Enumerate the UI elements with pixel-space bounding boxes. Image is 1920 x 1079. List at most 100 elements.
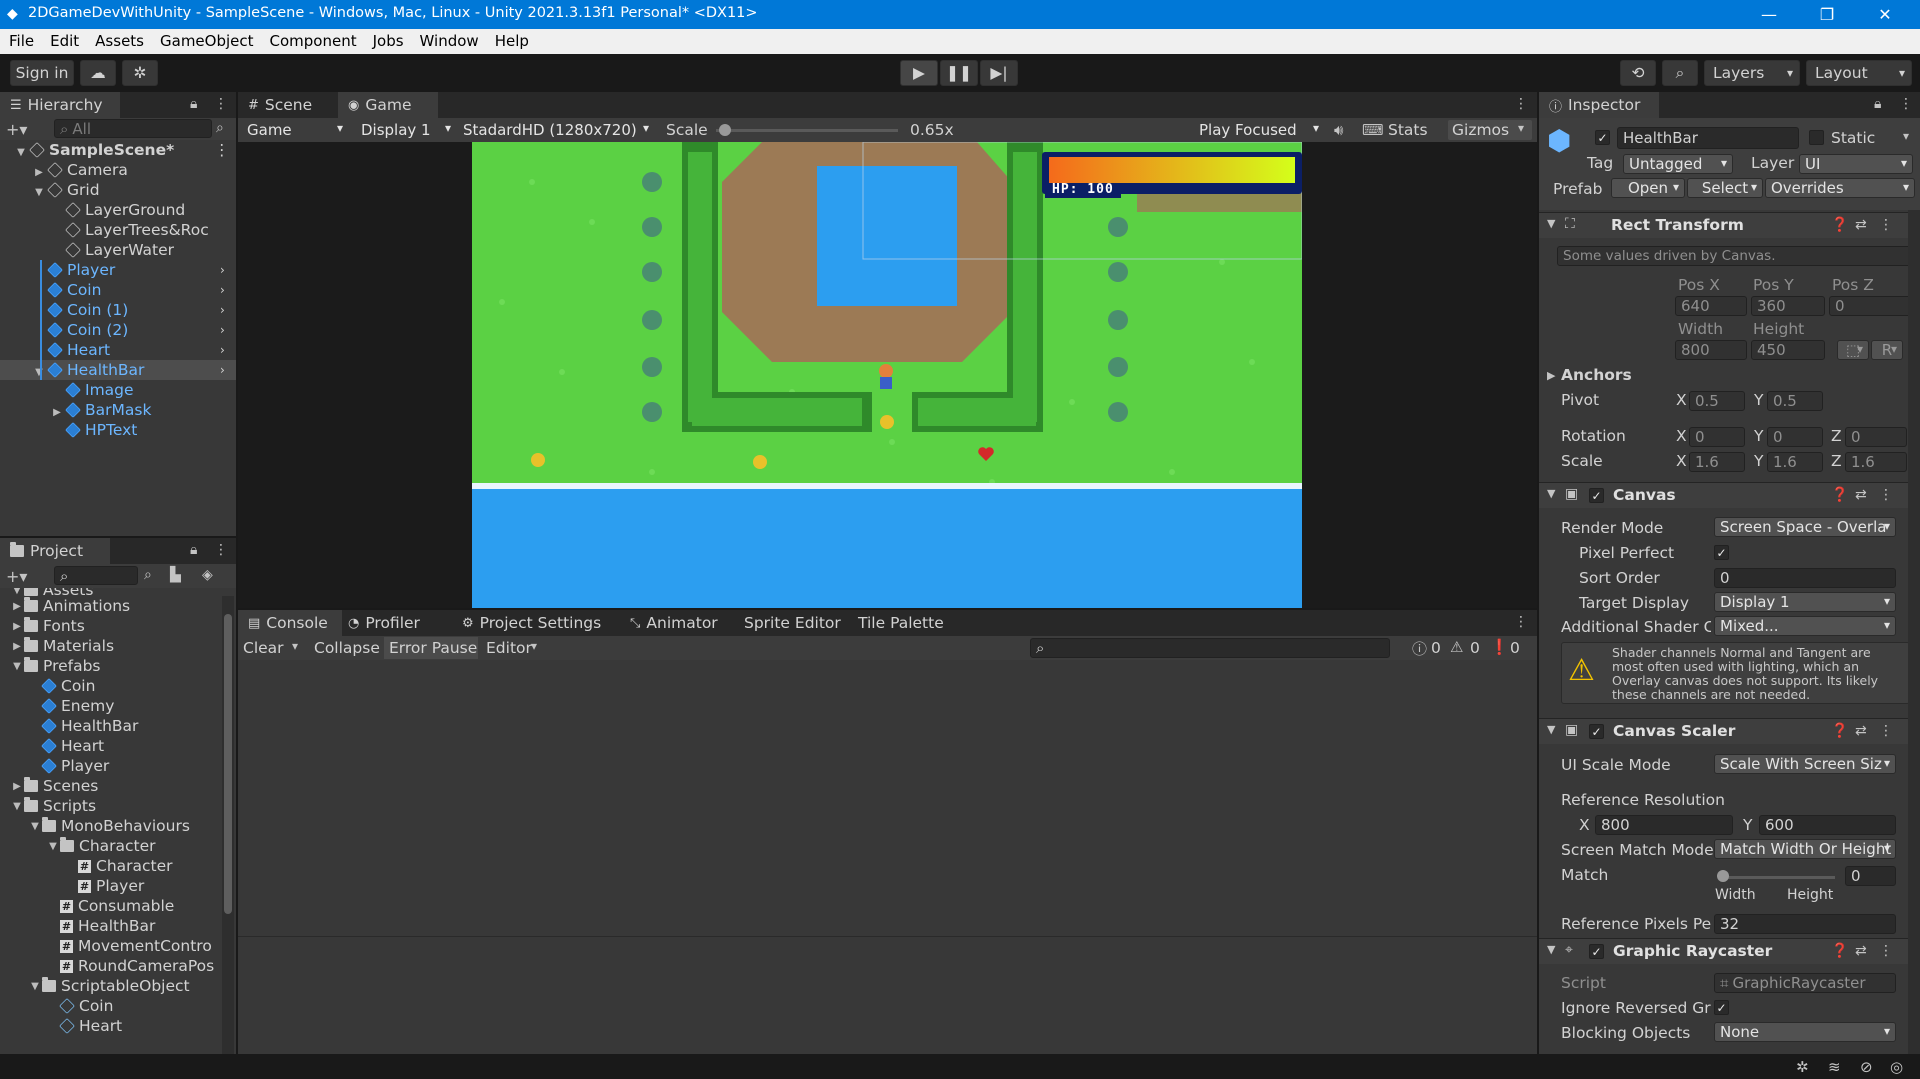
menu-file[interactable]: File bbox=[9, 29, 34, 50]
foldout-chevron-icon[interactable]: ▶ bbox=[10, 601, 24, 612]
hierarchy-item[interactable]: ▼ HealthBar › bbox=[0, 360, 236, 380]
game-mode-dropdown[interactable]: Game bbox=[242, 120, 348, 140]
reference-pixels-field[interactable]: 32 bbox=[1714, 914, 1896, 934]
graphic-raycaster-header[interactable]: ▼ ⌖ ✓ Graphic Raycaster ❓ ⇄ ⋮ bbox=[1539, 938, 1920, 964]
lock-icon[interactable]: 🔒︎ bbox=[190, 542, 197, 558]
menu-assets[interactable]: Assets bbox=[95, 29, 144, 50]
menu-edit[interactable]: Edit bbox=[50, 29, 79, 50]
canvas-enabled-checkbox[interactable]: ✓ bbox=[1589, 488, 1604, 503]
resolution-dropdown[interactable]: StadardHD (1280x720) bbox=[458, 120, 654, 140]
clear-options-chevron-icon[interactable]: ▾ bbox=[292, 639, 298, 653]
project-item[interactable]: # Character bbox=[64, 856, 173, 876]
presets-icon[interactable]: ⇄ bbox=[1855, 217, 1867, 233]
project-item[interactable]: ▼ Character bbox=[46, 836, 156, 856]
foldout-chevron-icon[interactable]: ▼ bbox=[1547, 723, 1555, 736]
filter-icon[interactable]: ⌕ bbox=[216, 120, 224, 136]
play-focused-dropdown[interactable]: Play Focused bbox=[1194, 120, 1324, 140]
open-prefab-chevron-icon[interactable]: › bbox=[220, 323, 225, 337]
progress-icon[interactable]: ◎ bbox=[1890, 1058, 1903, 1076]
game-canvas[interactable]: HP: 100 bbox=[472, 142, 1302, 608]
kebab-menu-icon[interactable]: ⋮ bbox=[214, 542, 228, 558]
rect-transform-header[interactable]: ▼ ⛶ Rect Transform ❓ ⇄ ⋮ bbox=[1539, 212, 1920, 238]
open-prefab-chevron-icon[interactable]: › bbox=[220, 303, 225, 317]
add-icon[interactable]: +▾ bbox=[6, 120, 27, 139]
project-item[interactable]: ▶ Materials bbox=[10, 636, 114, 656]
foldout-chevron-icon[interactable]: ▼ bbox=[1547, 943, 1555, 956]
foldout-chevron-icon[interactable]: ▼ bbox=[28, 821, 42, 832]
prefab-select-button[interactable]: Select bbox=[1687, 178, 1763, 198]
add-icon[interactable]: +▾ bbox=[6, 567, 27, 586]
open-prefab-chevron-icon[interactable]: › bbox=[220, 363, 225, 377]
foldout-chevron-icon[interactable]: ▶ bbox=[10, 621, 24, 632]
stats-button[interactable]: Stats bbox=[1388, 121, 1428, 139]
tab-profiler[interactable]: ◔ Profiler bbox=[348, 610, 448, 636]
foldout-chevron-icon[interactable]: ▼ bbox=[46, 841, 60, 852]
project-item[interactable]: # Player bbox=[64, 876, 144, 896]
warning-icon[interactable]: ⚠ bbox=[1450, 638, 1463, 656]
raycaster-enabled-checkbox[interactable]: ✓ bbox=[1589, 944, 1604, 959]
info-icon[interactable]: ⓘ bbox=[1412, 638, 1427, 659]
pixel-perfect-checkbox[interactable]: ✓ bbox=[1714, 545, 1729, 560]
project-item[interactable]: ▶ Scenes bbox=[10, 776, 98, 796]
error-pause-button[interactable]: Error Pause bbox=[384, 637, 478, 659]
hierarchy-item[interactable]: Coin (2) › bbox=[0, 320, 236, 340]
display-dropdown[interactable]: Display 1 bbox=[356, 120, 456, 140]
tab-project-settings[interactable]: ⚙ Project Settings bbox=[462, 610, 602, 636]
project-item[interactable]: Enemy bbox=[28, 696, 114, 716]
foldout-chevron-icon[interactable]: ▼ bbox=[1547, 217, 1555, 230]
mute-audio-icon[interactable]: 🔊︎ bbox=[1334, 121, 1343, 139]
menu-help[interactable]: Help bbox=[495, 29, 529, 50]
pause-button[interactable]: ❚❚ bbox=[940, 60, 978, 86]
hierarchy-item[interactable]: Image bbox=[0, 380, 236, 400]
project-item[interactable]: Coin bbox=[46, 996, 113, 1016]
tab-project[interactable]: Project bbox=[0, 538, 110, 564]
tab-inspector[interactable]: ⓘ Inspector bbox=[1539, 92, 1659, 118]
project-item[interactable]: ▼ MonoBehaviours bbox=[28, 816, 190, 836]
hierarchy-item[interactable]: LayerWater bbox=[0, 240, 236, 260]
foldout-chevron-icon[interactable]: ▼ bbox=[1547, 487, 1555, 500]
console-search-input[interactable]: ⌕ bbox=[1030, 638, 1390, 658]
ui-scale-mode-dropdown[interactable]: Scale With Screen Siz bbox=[1714, 754, 1896, 774]
project-item[interactable]: # Consumable bbox=[46, 896, 174, 916]
static-checkbox[interactable] bbox=[1809, 130, 1824, 145]
canvas-scaler-enabled-checkbox[interactable]: ✓ bbox=[1589, 724, 1604, 739]
history-icon[interactable]: ⟲ bbox=[1620, 60, 1656, 86]
bug-icon[interactable]: ✲ bbox=[1796, 1058, 1809, 1076]
open-prefab-chevron-icon[interactable]: › bbox=[220, 263, 225, 277]
lock-icon[interactable]: 🔒︎ bbox=[190, 96, 197, 112]
tab-console[interactable]: ▤ Console bbox=[238, 610, 342, 636]
foldout-chevron-icon[interactable]: ▼ bbox=[28, 981, 42, 992]
menu-component[interactable]: Component bbox=[270, 29, 357, 50]
foldout-chevron-icon[interactable]: ▼ bbox=[10, 801, 24, 812]
project-item[interactable]: ▼ Prefabs bbox=[10, 656, 101, 676]
additional-shader-dropdown[interactable]: Mixed... bbox=[1714, 616, 1896, 636]
reference-y-field[interactable]: 600 bbox=[1759, 815, 1896, 835]
project-item[interactable]: ▶ Animations bbox=[10, 596, 130, 616]
project-item[interactable]: Heart bbox=[28, 736, 104, 756]
foldout-chevron-icon[interactable]: ▶ bbox=[10, 781, 24, 792]
presets-icon[interactable]: ⇄ bbox=[1855, 943, 1867, 959]
canvas-scaler-header[interactable]: ▼ ▣ ✓ Canvas Scaler ❓ ⇄ ⋮ bbox=[1539, 718, 1920, 744]
hierarchy-item[interactable]: HPText bbox=[0, 420, 236, 440]
gizmos-button[interactable]: Gizmos ▾ bbox=[1448, 120, 1532, 140]
help-icon[interactable]: ❓ bbox=[1831, 723, 1848, 739]
match-slider-thumb[interactable] bbox=[1717, 870, 1729, 882]
project-item[interactable]: ▼ Scripts bbox=[10, 796, 96, 816]
kebab-menu-icon[interactable]: ⋮ bbox=[1899, 96, 1913, 112]
layers-dropdown[interactable]: Layers ▾ bbox=[1704, 60, 1800, 86]
cloud-icon[interactable]: ☁ bbox=[80, 60, 116, 86]
match-slider-track[interactable] bbox=[1719, 876, 1835, 879]
error-icon[interactable]: ❗ bbox=[1490, 638, 1509, 656]
hierarchy-item[interactable]: ▼ Grid bbox=[0, 180, 236, 200]
project-item[interactable]: ▼ ScriptableObject bbox=[28, 976, 190, 996]
component-menu-icon[interactable]: ⋮ bbox=[1879, 217, 1893, 233]
tab-animator[interactable]: ⤡ Animator bbox=[630, 610, 730, 636]
sign-in-button[interactable]: Sign in bbox=[10, 60, 74, 86]
hierarchy-item[interactable]: Player › bbox=[0, 260, 236, 280]
search-type-icon[interactable]: ⌕ bbox=[144, 567, 152, 583]
label-filter-icon[interactable]: ◈ bbox=[202, 567, 213, 583]
prefab-open-button[interactable]: Open bbox=[1611, 178, 1685, 198]
hierarchy-item[interactable]: Coin › bbox=[0, 280, 236, 300]
tab-tile-palette[interactable]: Tile Palette bbox=[858, 610, 958, 636]
canvas-header[interactable]: ▼ ▣ ✓ Canvas ❓ ⇄ ⋮ bbox=[1539, 482, 1920, 508]
